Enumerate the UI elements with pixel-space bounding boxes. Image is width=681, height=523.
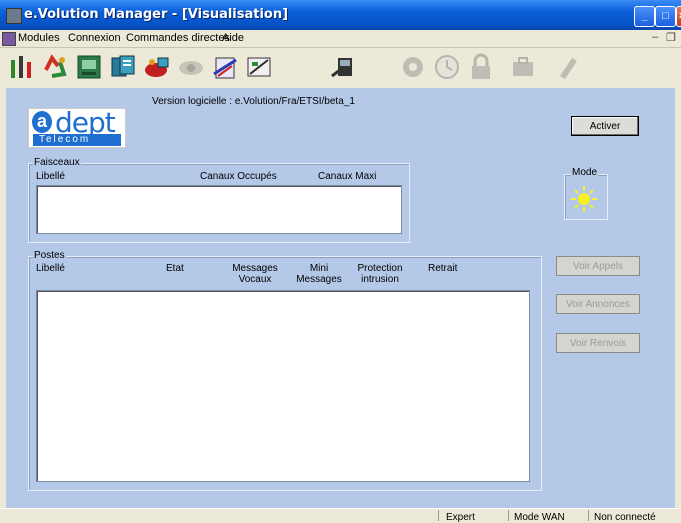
postes-title: Postes [33,250,66,261]
voir-renvois-button[interactable]: Voir Renvois [556,333,640,353]
faisceaux-list[interactable] [36,185,402,234]
toolbar [0,48,681,88]
notepad-icon[interactable] [210,52,240,82]
config-icon[interactable] [244,52,274,82]
postes-col-retrait: Retrait [428,263,458,274]
faisceaux-col-canaux-maxi: Canaux Maxi [318,171,377,182]
menu-commandes-directes[interactable]: Commandes directes [126,32,230,44]
gear-icon[interactable] [398,52,428,82]
maximize-button[interactable]: □ [655,6,676,27]
title-bar: e.Volution Manager - [Visualisation] _ □… [0,0,681,30]
status-mode-wan: Mode WAN [514,512,565,523]
menu-connexion[interactable]: Connexion [68,32,121,44]
cards-icon[interactable] [108,52,138,82]
postes-col-protection-intrusion: Protection intrusion [357,263,403,285]
voir-appels-button[interactable]: Voir Appels [556,256,640,276]
status-separator [588,510,589,521]
postes-list[interactable] [36,290,530,482]
faisceaux-title: Faisceaux [33,157,81,168]
lock-paint-icon[interactable] [142,52,172,82]
postes-col-mini-messages: Mini Messages [296,263,342,285]
antenna-icon[interactable] [6,52,36,82]
menu-aide[interactable]: Aide [222,32,244,44]
postes-col-etat: Etat [166,263,184,274]
case-icon[interactable] [508,52,538,82]
recycle-icon[interactable] [40,52,70,82]
pen-icon[interactable] [552,52,582,82]
adept-telecom-logo: a dept Telecom [28,106,126,148]
terminal-icon[interactable] [74,52,104,82]
faisceaux-col-canaux-occupes: Canaux Occupés [200,171,277,182]
mdi-child-icon[interactable] [2,32,16,46]
activer-button[interactable]: Activer [571,116,639,136]
menu-modules[interactable]: Modules [18,32,60,44]
software-version: Version logicielle : e.Volution/Fra/ETSI… [152,96,355,107]
status-separator [508,510,509,521]
eye-icon[interactable] [176,52,206,82]
clock-icon[interactable] [432,52,462,82]
sun-icon [570,185,598,213]
mode-label: Mode [571,167,599,178]
padlock-icon[interactable] [466,52,496,82]
phone-icon[interactable] [328,52,358,82]
postes-col-libelle: Libellé [36,263,65,274]
status-separator [438,510,439,521]
faisceaux-col-libelle: Libellé [36,171,65,182]
menu-bar: Modules Connexion Commandes directes Aid… [0,30,681,48]
mdi-restore-button[interactable]: ❐ [666,31,676,44]
voir-annonces-button[interactable]: Voir Annonces [556,294,640,314]
status-bar: Expert Mode WAN Non connecté [0,508,681,523]
close-button[interactable]: × [676,6,681,27]
app-icon[interactable] [6,8,22,24]
postes-col-messages-vocaux: Messages Vocaux [232,263,278,285]
window-title: e.Volution Manager - [Visualisation] [24,7,289,22]
status-connection: Non connecté [594,512,656,523]
mdi-minimize-button[interactable]: – [652,31,658,43]
minimize-button[interactable]: _ [634,6,655,27]
status-expert: Expert [446,512,475,523]
